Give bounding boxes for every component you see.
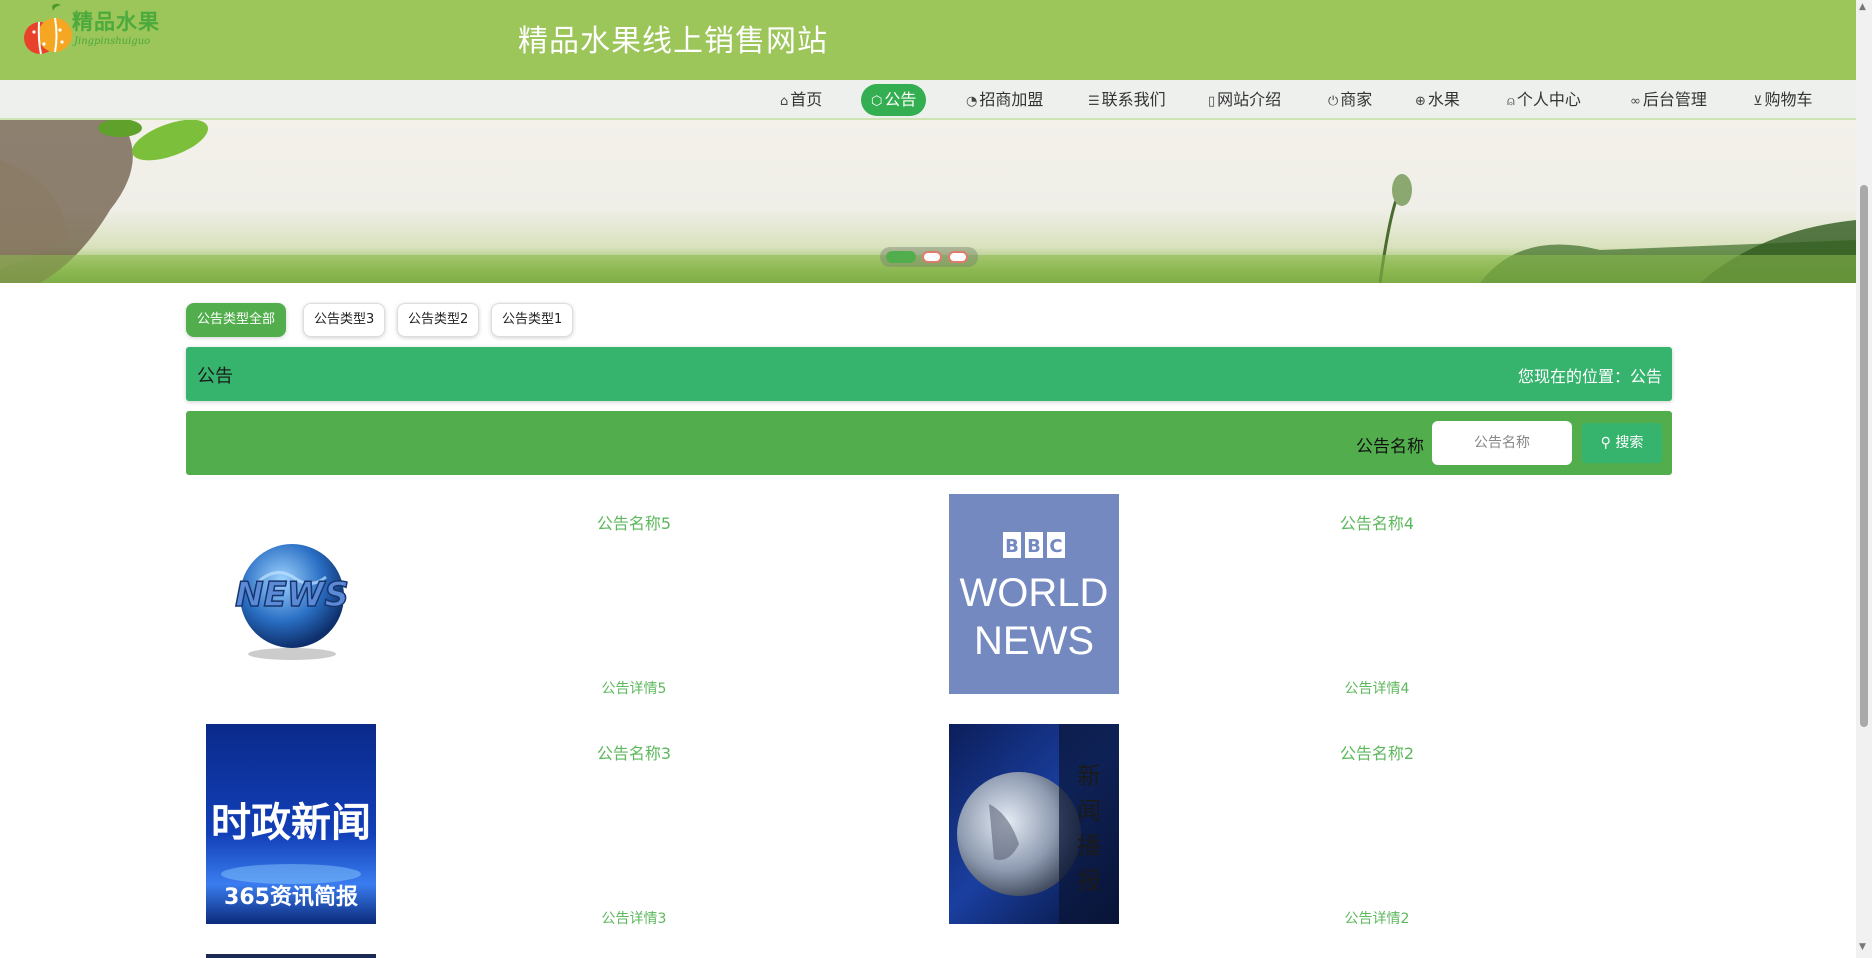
search-button-label: 搜索 <box>1615 435 1644 451</box>
location-bar: 公告 您现在的位置：公告 <box>186 347 1672 401</box>
globe-icon: ⊕ <box>1415 94 1426 109</box>
user-icon: ⍝ <box>1507 94 1515 109</box>
nav-item-profile[interactable]: ⍝ 个人中心 <box>1497 84 1591 116</box>
nav-item-merchant[interactable]: ⏻ 商家 <box>1318 84 1382 116</box>
nav-label: 联系我们 <box>1101 90 1166 109</box>
banner-carousel[interactable] <box>0 120 1856 283</box>
sliders-icon: ☰ <box>1088 94 1100 109</box>
svg-text:B: B <box>1027 536 1041 557</box>
carousel-dot-2[interactable] <box>922 251 942 263</box>
carousel-dot-1[interactable] <box>886 251 916 263</box>
carousel-dot-3[interactable] <box>948 251 968 263</box>
nav-label: 招商加盟 <box>979 90 1044 109</box>
nav-label: 网站介绍 <box>1217 90 1282 109</box>
notice-thumbnail-partial[interactable] <box>206 954 376 958</box>
logo-text: 精品水果 <box>72 9 160 34</box>
notice-card[interactable]: NEWS 公告名称5 公告详情5 <box>186 494 926 697</box>
nav-label: 个人中心 <box>1516 90 1581 109</box>
svg-text:365资讯简报: 365资讯简报 <box>224 884 358 910</box>
site-title: 精品水果线上销售网站 <box>518 24 828 59</box>
notice-title[interactable]: 公告名称4 <box>1141 510 1613 534</box>
nav-label: 公告 <box>884 90 917 109</box>
logo-subtext: Jingpinshuiguo <box>74 36 151 47</box>
site-logo[interactable]: 精品水果 Jingpinshuiguo <box>22 2 172 58</box>
link-icon: ∞ <box>1630 94 1641 109</box>
notice-image-text: NEWS <box>235 575 349 615</box>
scroll-down-icon[interactable]: ▼ <box>1859 942 1866 952</box>
notice-title[interactable]: 公告名称2 <box>1141 740 1613 764</box>
nav-label: 商家 <box>1340 90 1373 109</box>
svg-text:播: 播 <box>1077 832 1101 860</box>
svg-text:WORLD: WORLD <box>960 571 1109 615</box>
scroll-up-icon[interactable]: ▲ <box>1859 2 1866 12</box>
cube-icon: ⬡ <box>871 94 883 109</box>
notice-thumbnail[interactable]: NEWS <box>206 494 376 694</box>
section-title: 公告 <box>197 366 233 387</box>
search-label: 公告名称 <box>1356 437 1424 457</box>
search-bar: 公告名称 ⚲ 搜索 <box>186 411 1672 475</box>
carousel-indicators <box>880 247 978 267</box>
category-chip-type1[interactable]: 公告类型1 <box>491 303 574 337</box>
main-nav: ⌂ 首页 ⬡ 公告 ◔ 招商加盟 ☰ 联系我们 ▯ 网站介绍 ⏻ 商家 ⊕ 水果 ⍝ 个人中心 … <box>0 80 1856 120</box>
nav-item-cart[interactable]: ⊻ 购物车 <box>1743 84 1823 116</box>
svg-text:NEWS: NEWS <box>974 619 1094 663</box>
home-icon: ⌂ <box>780 94 789 109</box>
nav-item-contact[interactable]: ☰ 联系我们 <box>1078 84 1176 116</box>
nav-item-fruit[interactable]: ⊕ 水果 <box>1405 84 1470 116</box>
cart-icon: ⊻ <box>1753 94 1763 109</box>
breadcrumb: 您现在的位置：公告 <box>1517 367 1662 386</box>
nav-item-franchise[interactable]: ◔ 招商加盟 <box>956 84 1053 116</box>
notice-detail-link[interactable]: 公告详情3 <box>398 908 870 928</box>
site-header: 精品水果 Jingpinshuiguo 精品水果线上销售网站 <box>0 0 1856 80</box>
nav-item-notice[interactable]: ⬡ 公告 <box>861 84 927 116</box>
search-icon: ⚲ <box>1600 435 1611 451</box>
power-icon: ⏻ <box>1328 94 1339 109</box>
page: 精品水果 Jingpinshuiguo 精品水果线上销售网站 ⌂ 首页 ⬡ 公告 ◔… <box>0 0 1872 958</box>
svg-text:B: B <box>1005 536 1019 557</box>
svg-text:时政新闻: 时政新闻 <box>211 800 371 846</box>
notice-detail-link[interactable]: 公告详情4 <box>1141 678 1613 698</box>
svg-text:闻: 闻 <box>1077 797 1101 825</box>
nav-item-admin[interactable]: ∞ 后台管理 <box>1620 84 1717 116</box>
svg-text:新: 新 <box>1077 762 1101 790</box>
nav-item-about[interactable]: ▯ 网站介绍 <box>1198 84 1291 116</box>
notice-detail-link[interactable]: 公告详情5 <box>398 678 870 698</box>
notice-card[interactable]: B B C WORLD NEWS 公告名称4 公告详情4 <box>929 494 1669 697</box>
document-icon: ▯ <box>1208 94 1216 109</box>
page-scrollbar[interactable]: ▲ ▼ <box>1856 0 1872 958</box>
svg-text:C: C <box>1049 536 1062 557</box>
svg-text:报: 报 <box>1077 867 1101 895</box>
nav-label: 后台管理 <box>1642 90 1707 109</box>
category-chip-type3[interactable]: 公告类型3 <box>303 303 386 337</box>
category-chip-all[interactable]: 公告类型全部 <box>186 303 287 337</box>
search-input[interactable] <box>1432 421 1572 465</box>
notice-card[interactable]: 新 闻 播 报 公告名称2 公告详情2 <box>929 724 1669 927</box>
nav-label: 购物车 <box>1764 90 1813 109</box>
nav-item-home[interactable]: ⌂ 首页 <box>770 84 832 116</box>
notice-card[interactable]: 时政新闻 365资讯简报 公告名称3 公告详情3 <box>186 724 926 927</box>
notice-title[interactable]: 公告名称3 <box>398 740 870 764</box>
scroll-thumb[interactable] <box>1860 185 1868 727</box>
notice-detail-link[interactable]: 公告详情2 <box>1141 908 1613 928</box>
nav-label: 水果 <box>1427 90 1460 109</box>
notice-thumbnail[interactable]: 新 闻 播 报 <box>949 724 1119 924</box>
gauge-icon: ◔ <box>966 94 978 109</box>
notice-thumbnail[interactable]: B B C WORLD NEWS <box>949 494 1119 694</box>
notice-title[interactable]: 公告名称5 <box>398 510 870 534</box>
nav-label: 首页 <box>790 90 823 109</box>
category-chip-type2[interactable]: 公告类型2 <box>397 303 480 337</box>
search-button[interactable]: ⚲ 搜索 <box>1582 423 1662 463</box>
notice-thumbnail[interactable]: 时政新闻 365资讯简报 <box>206 724 376 924</box>
